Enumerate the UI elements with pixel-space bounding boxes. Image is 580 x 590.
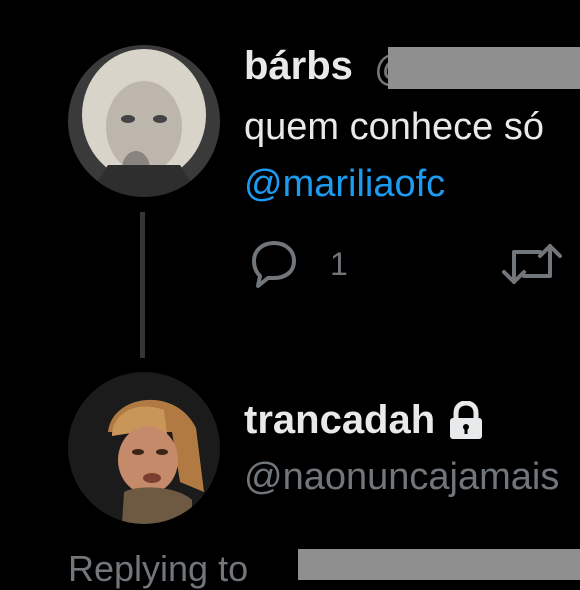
reply-author-name-text: trancadah	[244, 398, 436, 442]
reply-author-avatar[interactable]	[68, 372, 220, 524]
reply-author-name[interactable]: trancadah	[244, 398, 485, 443]
reply-button[interactable]	[246, 236, 306, 292]
reply-author-handle[interactable]: @naonuncajamais	[244, 456, 559, 499]
tweet-mention-link[interactable]: @mariliaofc	[244, 163, 445, 206]
tweet-author-name[interactable]: bárbs	[244, 44, 353, 89]
retweet-button[interactable]	[500, 236, 564, 292]
thread-connector-line	[140, 212, 145, 358]
reply-count: 1	[330, 246, 348, 282]
lock-icon	[447, 400, 485, 441]
retweet-icon	[500, 244, 564, 296]
redacted-handle	[388, 47, 580, 89]
tweet-text: quem conhece só	[244, 106, 544, 148]
replying-to-label: Replying to	[68, 548, 249, 589]
tweet-author-avatar[interactable]	[68, 45, 220, 197]
reply-icon	[246, 241, 302, 296]
redacted-replying-handle	[298, 549, 580, 580]
